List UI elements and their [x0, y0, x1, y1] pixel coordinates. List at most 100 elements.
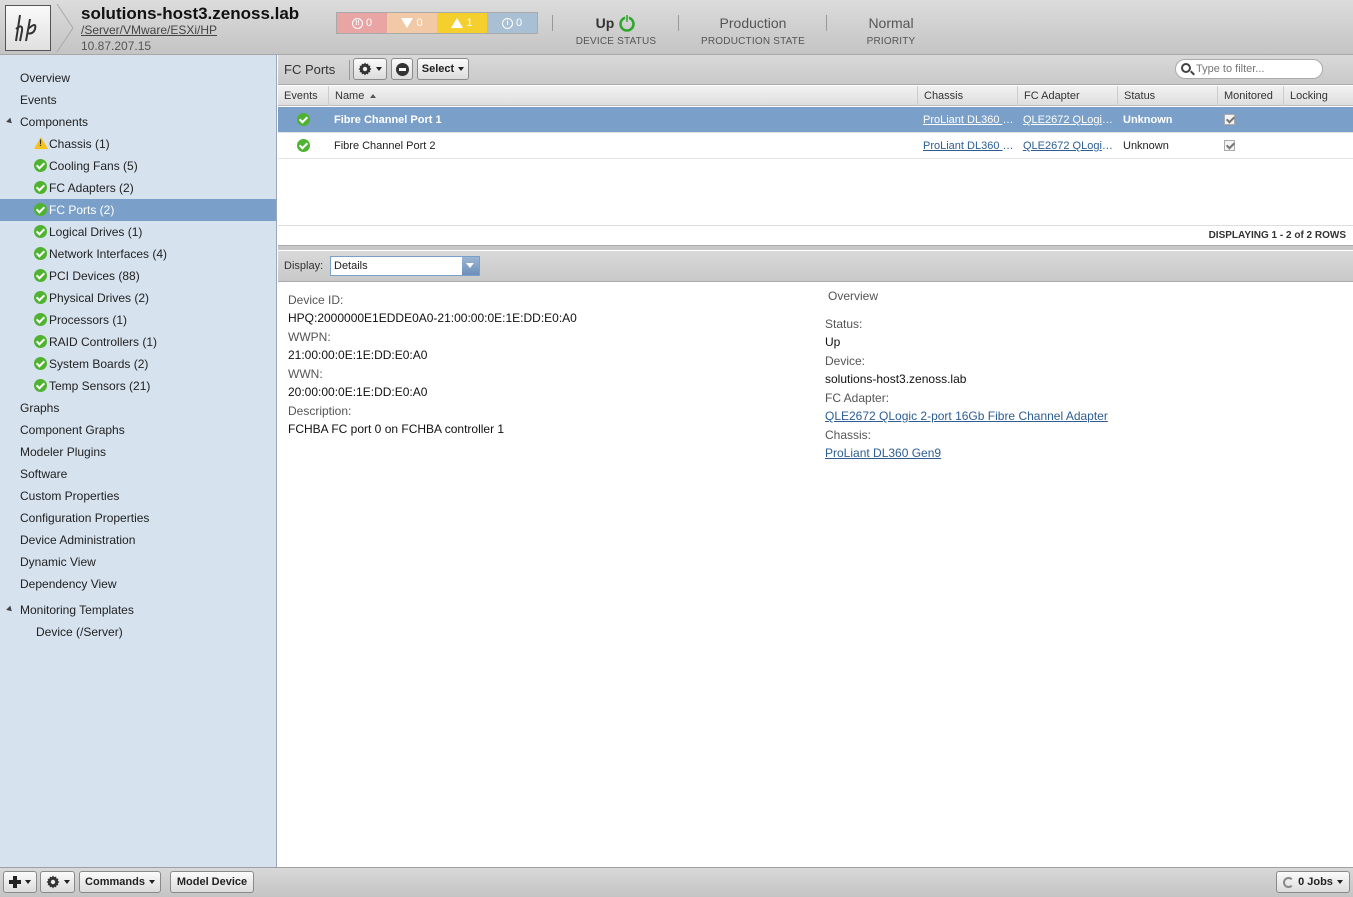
- delete-component-button[interactable]: [391, 58, 413, 80]
- nav-component-physical-drives[interactable]: Physical Drives (2): [0, 287, 276, 309]
- warning-events-count[interactable]: 1: [437, 13, 487, 33]
- expand-triangle-icon[interactable]: [6, 605, 14, 614]
- monitored-checkbox[interactable]: [1224, 140, 1235, 151]
- plus-icon: [9, 876, 21, 888]
- filter-input[interactable]: [1175, 59, 1323, 79]
- row-fc-adapter-link[interactable]: QLE2672 QLogic 2-port 16Gb Fibre Channel…: [1017, 133, 1115, 159]
- minus-circle-icon: [395, 62, 409, 76]
- nav-component-label: Logical Drives (1): [49, 225, 143, 239]
- footer-gear-menu-button[interactable]: [40, 871, 75, 893]
- refresh-icon: [1283, 876, 1295, 888]
- nav-graphs[interactable]: Graphs: [0, 397, 276, 419]
- nav-template-device[interactable]: Device (/Server): [0, 621, 276, 643]
- info-icon: i: [501, 17, 513, 29]
- nav-monitoring-templates[interactable]: Monitoring Templates: [0, 599, 276, 621]
- chassis-link[interactable]: ProLiant DL360 Gen9: [825, 446, 941, 460]
- column-chassis[interactable]: Chassis: [917, 86, 1017, 106]
- jobs-menu-button[interactable]: 0 Jobs: [1276, 871, 1350, 893]
- ok-status-icon: [34, 335, 47, 348]
- expand-triangle-icon[interactable]: [6, 117, 14, 126]
- device-value: solutions-host3.zenoss.lab: [825, 372, 967, 386]
- nav-component-cooling-fans[interactable]: Cooling Fans (5): [0, 155, 276, 177]
- row-fc-adapter-link[interactable]: QLE2672 QLogic 2-port 16Gb Fibre Channel…: [1017, 107, 1115, 133]
- nav-events[interactable]: Events: [0, 89, 276, 111]
- main-panel: FC Ports Select Events Name Chassis FC: [278, 55, 1353, 867]
- action-gear-menu-button[interactable]: [353, 58, 387, 80]
- model-device-button[interactable]: Model Device: [170, 871, 254, 893]
- wwn-label: WWN:: [288, 367, 323, 381]
- nav-component-processors[interactable]: Processors (1): [0, 309, 276, 331]
- ok-status-icon: [34, 203, 47, 216]
- nav-dependency-view[interactable]: Dependency View: [0, 573, 276, 595]
- nav-configuration-properties[interactable]: Configuration Properties: [0, 507, 276, 529]
- row-chassis-link[interactable]: ProLiant DL360 Gen9: [917, 133, 1015, 159]
- ok-status-icon: [34, 291, 47, 304]
- nav-component-temp-sensors[interactable]: Temp Sensors (21): [0, 375, 276, 397]
- column-monitored[interactable]: Monitored: [1217, 86, 1283, 106]
- critical-events-count[interactable]: !! 0: [337, 13, 387, 33]
- nav-software[interactable]: Software: [0, 463, 276, 485]
- grid-paging-bar: DISPLAYING 1 - 2 of 2 ROWS: [278, 225, 1353, 245]
- nav-component-pci-devices[interactable]: PCI Devices (88): [0, 265, 276, 287]
- error-events-count[interactable]: 0: [387, 13, 437, 33]
- display-select[interactable]: Details: [330, 256, 480, 276]
- column-status[interactable]: Status: [1117, 86, 1217, 106]
- wwpn-value: 21:00:00:0E:1E:DD:E0:A0: [288, 348, 428, 362]
- table-row[interactable]: Fibre Channel Port 2 ProLiant DL360 Gen9…: [278, 133, 1353, 159]
- commands-menu-button[interactable]: Commands: [79, 871, 161, 893]
- table-row[interactable]: Fibre Channel Port 1 ProLiant DL360 Gen9…: [278, 107, 1353, 133]
- nav-components-label: Components: [20, 115, 89, 129]
- nav-component-fc-adapters[interactable]: FC Adapters (2): [0, 177, 276, 199]
- nav-monitoring-templates-label: Monitoring Templates: [20, 603, 134, 617]
- chevron-down-icon: [25, 880, 31, 884]
- info-events-count[interactable]: i 0: [487, 13, 537, 33]
- device-header: solutions-host3.zenoss.lab /Server/VMwar…: [0, 0, 1353, 55]
- nav-component-logical-drives[interactable]: Logical Drives (1): [0, 221, 276, 243]
- nav-component-fc-ports[interactable]: FC Ports (2): [0, 199, 276, 221]
- warning-count: 1: [466, 17, 473, 29]
- fc-adapter-label: FC Adapter:: [825, 391, 890, 405]
- nav-component-system-boards[interactable]: System Boards (2): [0, 353, 276, 375]
- row-chassis-link[interactable]: ProLiant DL360 Gen9: [917, 107, 1015, 133]
- nav-component-raid-controllers[interactable]: RAID Controllers (1): [0, 331, 276, 353]
- event-severity-rainbow[interactable]: !! 0 0 1 i 0: [336, 12, 538, 34]
- column-locking[interactable]: Locking: [1283, 86, 1353, 106]
- nav-device-administration[interactable]: Device Administration: [0, 529, 276, 551]
- toolbar-divider: [349, 60, 350, 80]
- select-menu-button[interactable]: Select: [417, 58, 469, 80]
- column-name-label: Name: [335, 90, 365, 102]
- chevron-down-icon: [63, 880, 70, 884]
- fc-adapter-link[interactable]: QLE2672 QLogic 2-port 16Gb Fibre Channel…: [825, 409, 1108, 423]
- panel-splitter[interactable]: [278, 245, 1353, 250]
- header-divider: [678, 15, 679, 31]
- nav-component-label: Physical Drives (2): [49, 291, 150, 305]
- ok-status-icon: [34, 379, 47, 392]
- nav-component-label: Chassis (1): [49, 137, 110, 151]
- chevron-down-icon: [1336, 880, 1343, 884]
- nav-dynamic-view[interactable]: Dynamic View: [0, 551, 276, 573]
- column-name[interactable]: Name: [328, 86, 916, 106]
- gear-icon: [46, 875, 59, 889]
- add-menu-button[interactable]: [3, 871, 37, 893]
- power-icon: [618, 14, 636, 32]
- nav-component-graphs[interactable]: Component Graphs: [0, 419, 276, 441]
- monitored-checkbox[interactable]: [1224, 114, 1235, 125]
- nav-custom-properties[interactable]: Custom Properties: [0, 485, 276, 507]
- column-events[interactable]: Events: [278, 86, 327, 106]
- nav-modeler-plugins[interactable]: Modeler Plugins: [0, 441, 276, 463]
- ok-status-icon: [34, 247, 47, 260]
- display-label: Display:: [284, 260, 324, 272]
- device-id-label: Device ID:: [288, 293, 344, 307]
- nav-component-label: FC Ports (2): [49, 203, 115, 217]
- column-fc-adapter[interactable]: FC Adapter: [1017, 86, 1117, 106]
- nav-overview[interactable]: Overview: [0, 67, 276, 89]
- device-label: Device:: [825, 354, 866, 368]
- nav-components[interactable]: Components: [0, 111, 276, 133]
- chevron-down-icon: [148, 880, 155, 884]
- device-status-label: DEVICE STATUS: [575, 36, 657, 47]
- nav-component-network-interfaces[interactable]: Network Interfaces (4): [0, 243, 276, 265]
- chevron-down-icon[interactable]: [462, 257, 479, 275]
- nav-component-label: Temp Sensors (21): [49, 379, 151, 393]
- nav-component-chassis[interactable]: Chassis (1): [0, 133, 276, 155]
- device-class-path-link[interactable]: /Server/VMware/ESXi/HP: [81, 23, 217, 37]
